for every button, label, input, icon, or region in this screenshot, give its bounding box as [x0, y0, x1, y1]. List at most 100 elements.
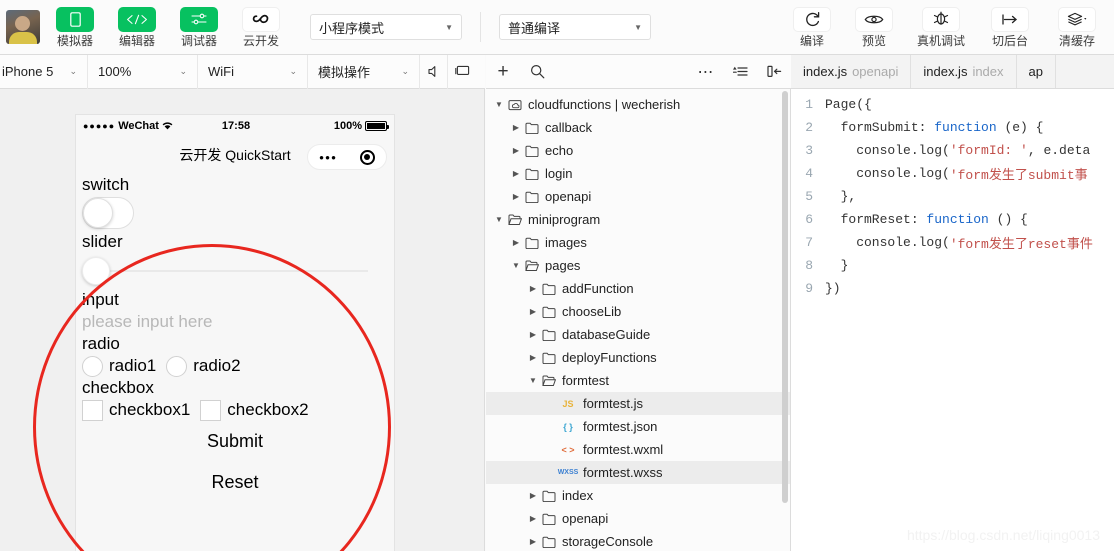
search-icon[interactable]	[520, 55, 554, 89]
chevron-down-icon[interactable]: ▼	[526, 376, 540, 385]
chevron-right-icon[interactable]: ▶	[509, 192, 523, 201]
tree-item-label: miniprogram	[528, 212, 601, 227]
code-token: console.log(	[825, 143, 950, 158]
code-editor[interactable]: 1 Page({2 formSubmit: function (e) {3 con…	[791, 89, 1114, 551]
radio-option-2[interactable]	[166, 355, 188, 377]
close-target-icon[interactable]	[359, 149, 375, 165]
chevron-right-icon[interactable]: ▶	[526, 284, 540, 293]
screen-icon[interactable]	[448, 55, 476, 89]
chevron-right-icon[interactable]: ▶	[509, 146, 523, 155]
tree-folder-row[interactable]: ▶ callback	[486, 116, 790, 139]
tree-folder-row[interactable]: ▶ index	[486, 484, 790, 507]
debug-icon	[180, 6, 218, 32]
chevron-right-icon[interactable]: ▶	[543, 422, 557, 431]
submit-button[interactable]: Submit	[80, 421, 390, 462]
line-number: 7	[805, 235, 813, 250]
tree-file-row[interactable]: ▶ { } formtest.json	[486, 415, 790, 438]
toolbar-button-debugger[interactable]: 调试器	[173, 2, 225, 52]
sort-icon[interactable]	[723, 55, 757, 89]
simulate-operation-select[interactable]: 模拟操作 ⌄	[308, 54, 420, 89]
network-select[interactable]: WiFi ⌄	[198, 54, 308, 89]
tree-file-row[interactable]: ▶ JS formtest.js	[486, 392, 790, 415]
miniprogram-form: switch slider input please input here ra…	[76, 174, 394, 503]
folder-icon	[523, 145, 541, 157]
toolbar-button-cloud[interactable]: 云开发	[235, 2, 287, 52]
tree-folder-row[interactable]: ▶ images	[486, 231, 790, 254]
chevron-right-icon[interactable]: ▶	[543, 468, 557, 477]
tree-file-row[interactable]: ▶ < > formtest.wxml	[486, 438, 790, 461]
chevron-right-icon[interactable]: ▶	[526, 307, 540, 316]
tree-folder-row[interactable]: ▶ addFunction	[486, 277, 790, 300]
slider-knob[interactable]	[82, 257, 110, 285]
tree-folder-row[interactable]: ▶ deployFunctions	[486, 346, 790, 369]
toolbar-button-clear-cache[interactable]: 清缓存	[1048, 2, 1106, 52]
line-number: 4	[805, 166, 813, 181]
menu-dots-icon[interactable]: •••	[319, 151, 337, 164]
chevron-right-icon[interactable]: ▶	[509, 123, 523, 132]
tree-folder-row[interactable]: ▶ login	[486, 162, 790, 185]
chevron-right-icon[interactable]: ▶	[543, 445, 557, 454]
toolbar-button-simulator[interactable]: 模拟器	[49, 2, 101, 52]
checkbox-option-1[interactable]	[82, 399, 103, 421]
volume-icon[interactable]	[420, 54, 448, 89]
tree-folder-row[interactable]: ▶ storageConsole	[486, 530, 790, 551]
chevron-down-icon[interactable]: ▼	[492, 100, 506, 109]
folder-icon	[523, 122, 541, 134]
add-file-button[interactable]: +	[486, 55, 520, 89]
slider-control[interactable]	[80, 255, 390, 287]
tab-index-js-openapi[interactable]: index.js openapi	[791, 55, 912, 88]
switch-toggle[interactable]	[82, 197, 134, 229]
toolbar-button-preview[interactable]: 预览	[848, 2, 900, 52]
toolbar-button-editor[interactable]: 编辑器	[111, 2, 163, 52]
reset-button[interactable]: Reset	[80, 462, 390, 503]
chevron-right-icon[interactable]: ▶	[526, 537, 540, 546]
slider-label: slider	[82, 232, 123, 251]
toolbar-button-background[interactable]: 切后台	[982, 2, 1038, 52]
chevron-right-icon[interactable]: ▶	[509, 169, 523, 178]
compile-mode-select[interactable]: 普通编译 ▼	[499, 14, 651, 40]
zoom-select[interactable]: 100% ⌄	[88, 54, 198, 89]
code-token: console.log(	[825, 235, 950, 250]
chevron-right-icon[interactable]: ▶	[526, 514, 540, 523]
chevron-down-icon[interactable]: ▼	[492, 215, 506, 224]
tree-folder-row[interactable]: ▼ miniprogram	[486, 208, 790, 231]
tree-folder-row[interactable]: ▼ cloudfunctions | wecherish	[486, 93, 790, 116]
tree-folder-row[interactable]: ▼ formtest	[486, 369, 790, 392]
tree-item-label: deployFunctions	[562, 350, 657, 365]
folder-icon	[540, 306, 558, 318]
text-input[interactable]: please input here	[80, 311, 390, 333]
tree-file-row[interactable]: ▶WXSS formtest.wxss	[486, 461, 790, 484]
checkbox-option-2[interactable]	[200, 399, 222, 421]
chevron-right-icon[interactable]: ▶	[509, 238, 523, 247]
toolbar-action-group: 编译 预览 真机调试 切后台 清缓存	[781, 2, 1114, 52]
folder-icon	[540, 352, 558, 364]
chevron-right-icon[interactable]: ▶	[526, 330, 540, 339]
tree-folder-row[interactable]: ▶ databaseGuide	[486, 323, 790, 346]
code-icon	[118, 6, 156, 32]
radio-option-1[interactable]	[82, 355, 103, 377]
file-tree-toolbar: + ⋯	[486, 55, 791, 89]
chevron-right-icon[interactable]: ▶	[526, 353, 540, 362]
more-options-button[interactable]: ⋯	[689, 55, 723, 89]
toolbar-button-device-debug[interactable]: 真机调试	[910, 2, 972, 52]
tree-folder-row[interactable]: ▶ chooseLib	[486, 300, 790, 323]
tree-folder-row[interactable]: ▶ openapi	[486, 185, 790, 208]
tree-scrollbar[interactable]	[782, 91, 788, 503]
mode-select[interactable]: 小程序模式 ▼	[310, 14, 462, 40]
tree-item-label: callback	[545, 120, 592, 135]
chevron-down-icon[interactable]: ▼	[509, 261, 523, 270]
collapse-panel-icon[interactable]	[757, 55, 791, 89]
tab-index-js-index[interactable]: index.js index	[911, 55, 1017, 88]
tree-folder-row[interactable]: ▼ pages	[486, 254, 790, 277]
toolbar-button-compile[interactable]: 编译	[786, 2, 838, 52]
tree-folder-row[interactable]: ▶ echo	[486, 139, 790, 162]
tab-partial[interactable]: ap	[1016, 55, 1056, 88]
chevron-right-icon[interactable]: ▶	[543, 399, 557, 408]
tree-folder-row[interactable]: ▶ openapi	[486, 507, 790, 530]
wechat-capsule-button[interactable]: •••	[307, 144, 387, 170]
device-select[interactable]: iPhone 5 ⌄	[0, 54, 88, 89]
user-avatar[interactable]	[6, 10, 40, 44]
switch-knob	[83, 198, 113, 228]
chevron-right-icon[interactable]: ▶	[526, 491, 540, 500]
chevron-down-icon: ⌄	[179, 66, 187, 76]
